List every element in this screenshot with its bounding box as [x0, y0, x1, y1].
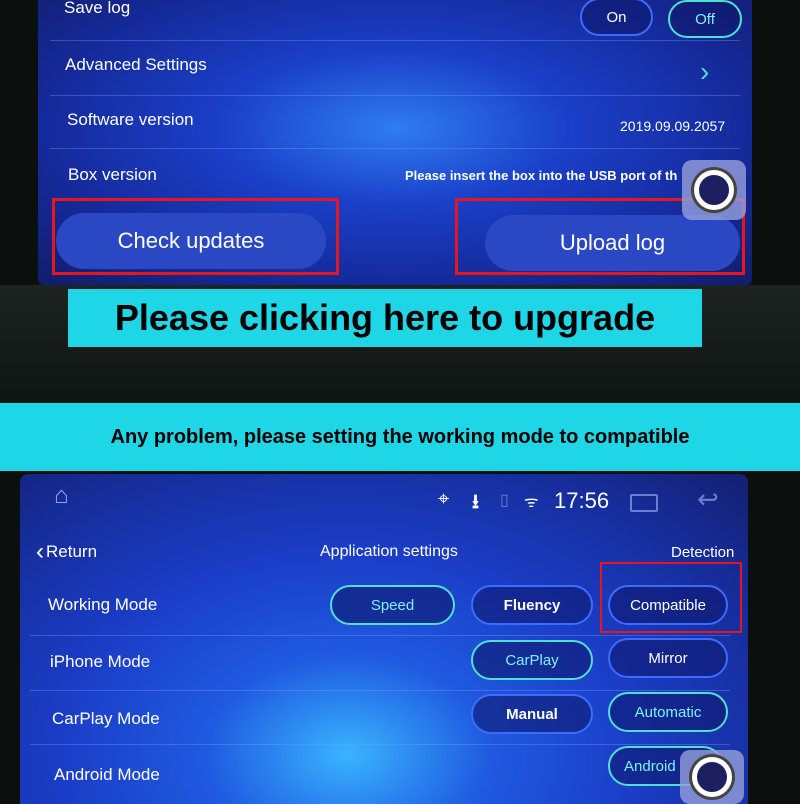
divider: [50, 40, 740, 41]
iphone-mode-label: iPhone Mode: [50, 652, 151, 671]
download-icon: ⭳: [472, 491, 479, 513]
assistive-touch-icon[interactable]: [682, 160, 746, 220]
box-version-value: Please insert the box into the USB port …: [405, 168, 678, 183]
save-log-on-button[interactable]: On: [580, 0, 653, 36]
carplay-mode-automatic-button[interactable]: Automatic: [608, 692, 728, 732]
working-mode-speed-button[interactable]: Speed: [330, 585, 455, 625]
return-label: Return: [46, 542, 98, 561]
carplay-mode-label: CarPlay Mode: [52, 709, 160, 728]
chevron-left-icon: ‹: [36, 538, 44, 565]
iphone-mode-carplay-button[interactable]: CarPlay: [471, 640, 593, 680]
working-mode-fluency-button[interactable]: Fluency: [471, 585, 593, 625]
android-mode-label: Android Mode: [54, 765, 160, 784]
check-updates-highlight: [52, 198, 339, 275]
divider: [30, 635, 730, 636]
upgrade-banner: Please clicking here to upgrade: [68, 289, 702, 347]
box-version-label: Box version: [68, 165, 157, 184]
location-icon: ⌖: [438, 488, 450, 510]
status-time: 17:56: [554, 488, 610, 513]
advanced-settings-label[interactable]: Advanced Settings: [65, 55, 207, 75]
divider: [50, 95, 740, 96]
page-title: Application settings: [320, 543, 458, 560]
back-icon[interactable]: ↩: [697, 484, 719, 515]
save-log-label: Save log: [64, 0, 131, 17]
return-button[interactable]: ‹ Return: [36, 538, 97, 566]
recent-apps-icon[interactable]: [630, 494, 658, 512]
divider: [50, 148, 740, 149]
assistive-touch-icon[interactable]: [680, 750, 744, 804]
software-version-label: Software version: [67, 110, 194, 129]
wifi-icon: ᯤ: [524, 494, 539, 511]
divider: [30, 690, 730, 691]
software-version-value: 2019.09.09.2057: [620, 118, 726, 134]
detection-button[interactable]: Detection: [671, 544, 734, 561]
chevron-right-icon[interactable]: ›: [700, 56, 709, 88]
working-mode-label: Working Mode: [48, 595, 158, 614]
bluetooth-icon: ▯: [500, 492, 509, 509]
iphone-mode-mirror-button[interactable]: Mirror: [608, 638, 728, 678]
home-icon[interactable]: ⌂: [54, 482, 69, 510]
divider: [30, 744, 730, 745]
compatible-highlight: [600, 562, 742, 633]
mode-banner: Any problem, please setting the working …: [0, 403, 800, 471]
carplay-mode-manual-button[interactable]: Manual: [471, 694, 593, 734]
save-log-off-button[interactable]: Off: [668, 0, 742, 38]
